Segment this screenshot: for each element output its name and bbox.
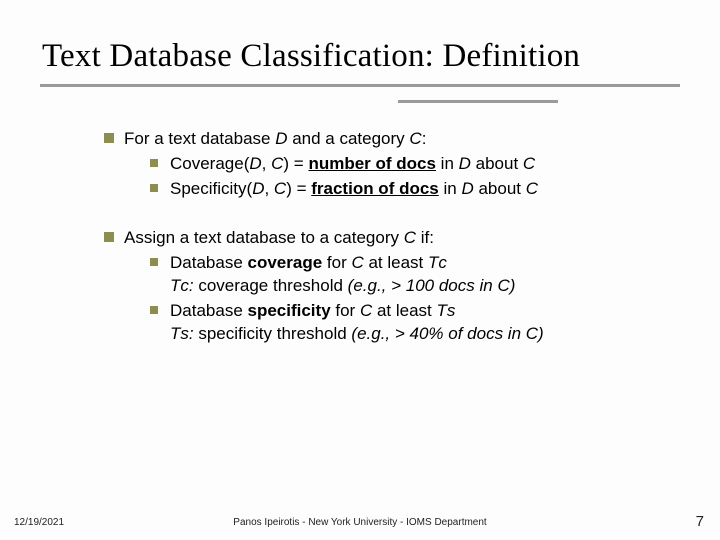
var-C: C <box>523 154 535 173</box>
bullet-lvl1: Assign a text database to a category C i… <box>104 227 664 346</box>
text: for <box>322 253 351 272</box>
var-Tc: Τc <box>428 253 447 272</box>
var-C: C <box>360 301 372 320</box>
footer-author: Panos Ipeirotis - New York University - … <box>0 517 720 528</box>
var-C: C <box>409 129 421 148</box>
var-C: C <box>351 253 363 272</box>
example: (e.g., > 100 docs in C) <box>348 276 516 295</box>
text: ) = <box>286 179 311 198</box>
page-number: 7 <box>696 513 704 530</box>
text: specificity threshold <box>194 324 352 343</box>
threshold-Ts: Τs: <box>170 324 194 343</box>
text: Assign a text database to a category <box>124 228 404 247</box>
bullet-lvl2: Database specificity for C at least Τs Τ… <box>150 300 664 346</box>
emph-specificity: specificity <box>248 301 331 320</box>
slide-title: Text Database Classification: Definition <box>42 38 580 75</box>
title-underline <box>40 84 680 87</box>
var-C: C <box>404 228 416 247</box>
text: about <box>471 154 523 173</box>
threshold-Tc: Τc: <box>170 276 194 295</box>
spacer <box>104 207 664 227</box>
var-C: C <box>271 154 283 173</box>
var-D: D <box>459 154 471 173</box>
text: Database <box>170 253 248 272</box>
var-D: D <box>461 179 473 198</box>
text: ) = <box>283 154 308 173</box>
text: in <box>439 179 462 198</box>
emph-number-of-docs: number of docs <box>308 154 436 173</box>
text: about <box>474 179 526 198</box>
bullet-lvl2: Coverage(D, C) = number of docs in D abo… <box>150 153 664 176</box>
text: Specificity( <box>170 179 252 198</box>
emph-fraction-of-docs: fraction of docs <box>311 179 439 198</box>
bullet-lvl2: Specificity(D, C) = fraction of docs in … <box>150 178 664 201</box>
title-underline-accent <box>398 100 558 103</box>
text: For a text database <box>124 129 275 148</box>
text: in <box>436 154 459 173</box>
var-D: D <box>252 179 264 198</box>
text: at least <box>364 253 428 272</box>
slide-body: For a text database D and a category C: … <box>104 128 664 352</box>
text: coverage threshold <box>194 276 348 295</box>
text: Database <box>170 301 248 320</box>
text: , <box>264 179 273 198</box>
text: Coverage( <box>170 154 249 173</box>
sublist: Database coverage for C at least Τc Τc: … <box>150 252 664 346</box>
var-D: D <box>275 129 287 148</box>
text: if: <box>416 228 434 247</box>
var-D: D <box>249 154 261 173</box>
example: (e.g., > 40% of docs in C) <box>351 324 543 343</box>
bullet-lvl1: For a text database D and a category C: … <box>104 128 664 201</box>
sublist: Coverage(D, C) = number of docs in D abo… <box>150 153 664 201</box>
text: at least <box>372 301 436 320</box>
var-Ts: Τs <box>437 301 456 320</box>
text: , <box>262 154 271 173</box>
emph-coverage: coverage <box>248 253 323 272</box>
var-C: C <box>274 179 286 198</box>
text: and a category <box>287 129 409 148</box>
text: : <box>422 129 427 148</box>
bullet-lvl2: Database coverage for C at least Τc Τc: … <box>150 252 664 298</box>
var-C: C <box>526 179 538 198</box>
text: for <box>331 301 360 320</box>
